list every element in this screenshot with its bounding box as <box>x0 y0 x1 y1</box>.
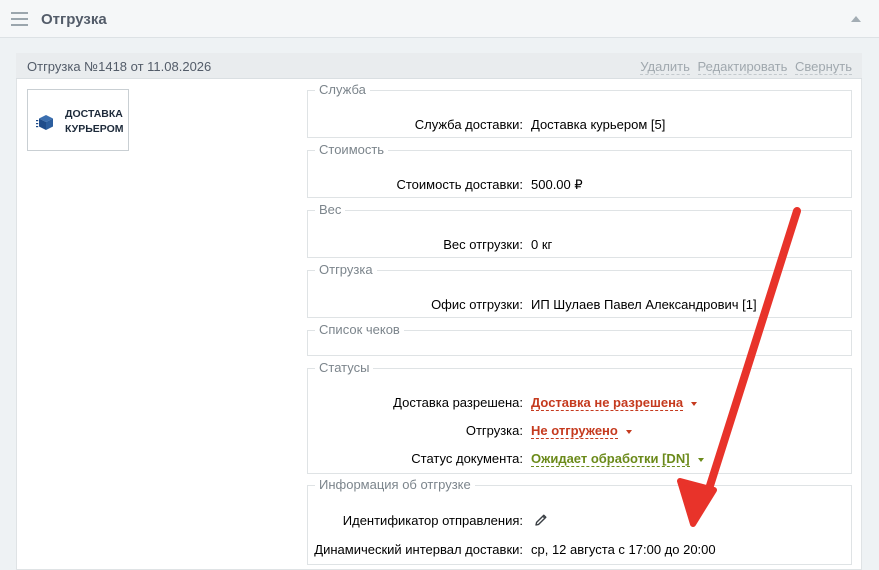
delivery-interval-value: ср, 12 августа с 17:00 до 20:00 <box>531 542 716 557</box>
delivery-interval-label: Динамический интервал доставки: <box>314 542 523 557</box>
field-row: Офис отгрузки: ИП Шулаев Павел Александр… <box>308 297 853 313</box>
hamburger-icon[interactable] <box>11 12 28 26</box>
chevron-down-icon[interactable] <box>697 457 704 462</box>
chevron-up-icon[interactable] <box>851 16 861 22</box>
shipping-office-label: Офис отгрузки: <box>431 297 523 312</box>
delivery-cost-value: 500.00 ₽ <box>531 177 583 192</box>
field-row: Служба доставки: Доставка курьером [5] <box>308 117 853 133</box>
section-legend: Список чеков <box>315 322 404 337</box>
section-receipts: Список чеков <box>307 322 852 356</box>
delivery-service-logo: ДОСТАВКА КУРЬЕРОМ <box>27 89 129 151</box>
shipped-status[interactable]: Не отгружено <box>531 423 632 439</box>
field-row: Отгрузка: Не отгружено <box>308 423 853 439</box>
shipment-header: Отгрузка №1418 от 11.08.2026 Удалить Ред… <box>16 53 862 79</box>
document-status-label: Статус документа: <box>411 451 523 466</box>
chevron-down-icon[interactable] <box>691 401 698 406</box>
section-legend: Служба <box>315 82 370 97</box>
section-statuses: Статусы Доставка разрешена: Доставка не … <box>307 360 853 474</box>
pencil-icon[interactable] <box>533 512 549 528</box>
section-legend: Информация об отгрузке <box>315 477 475 492</box>
document-status[interactable]: Ожидает обработки [DN] <box>531 451 704 467</box>
section-service: Служба Служба доставки: Доставка курьеро… <box>307 82 853 138</box>
delivery-allowed-label: Доставка разрешена: <box>393 395 523 410</box>
panel-title: Отгрузка <box>41 11 107 28</box>
field-row: Доставка разрешена: Доставка не разрешен… <box>308 395 853 411</box>
shipping-office-value: ИП Шулаев Павел Александрович [1] <box>531 297 757 312</box>
panel-header: Отгрузка <box>0 0 879 38</box>
delivery-cost-label: Стоимость доставки: <box>396 177 523 192</box>
edit-link[interactable]: Редактировать <box>697 59 788 75</box>
section-shipping: Отгрузка Офис отгрузки: ИП Шулаев Павел … <box>307 262 853 318</box>
field-row: Статус документа: Ожидает обработки [DN] <box>308 451 853 467</box>
field-row: Динамический интервал доставки: ср, 12 а… <box>308 542 853 558</box>
box-icon <box>36 115 53 130</box>
delivery-allowed-status[interactable]: Доставка не разрешена <box>531 395 698 411</box>
shipped-label: Отгрузка: <box>465 423 523 438</box>
delete-link[interactable]: Удалить <box>640 59 690 75</box>
logo-text: ДОСТАВКА КУРЬЕРОМ <box>65 108 124 135</box>
field-row: Стоимость доставки: 500.00 ₽ <box>308 177 853 193</box>
collapse-link[interactable]: Свернуть <box>794 59 852 75</box>
shipment-title: Отгрузка №1418 от 11.08.2026 <box>27 59 212 74</box>
weight-label: Вес отгрузки: <box>443 237 523 252</box>
weight-value: 0 кг <box>531 237 553 252</box>
section-legend: Стоимость <box>315 142 389 157</box>
section-shipment-info: Информация об отгрузке Идентификатор отп… <box>307 477 853 565</box>
section-weight: Вес Вес отгрузки: 0 кг <box>307 202 853 258</box>
field-row: Вес отгрузки: 0 кг <box>308 237 853 253</box>
field-row: Идентификатор отправления: <box>308 513 853 529</box>
section-legend: Вес <box>315 202 346 217</box>
shipment-actions: Удалить Редактировать Свернуть <box>636 59 852 75</box>
tracking-id-label: Идентификатор отправления: <box>342 513 523 528</box>
section-cost: Стоимость Стоимость доставки: 500.00 ₽ <box>307 142 853 198</box>
section-legend: Статусы <box>315 360 374 375</box>
delivery-service-label: Служба доставки: <box>414 117 523 132</box>
delivery-service-value: Доставка курьером [5] <box>531 117 666 132</box>
chevron-down-icon[interactable] <box>625 429 632 434</box>
section-legend: Отгрузка <box>315 262 377 277</box>
